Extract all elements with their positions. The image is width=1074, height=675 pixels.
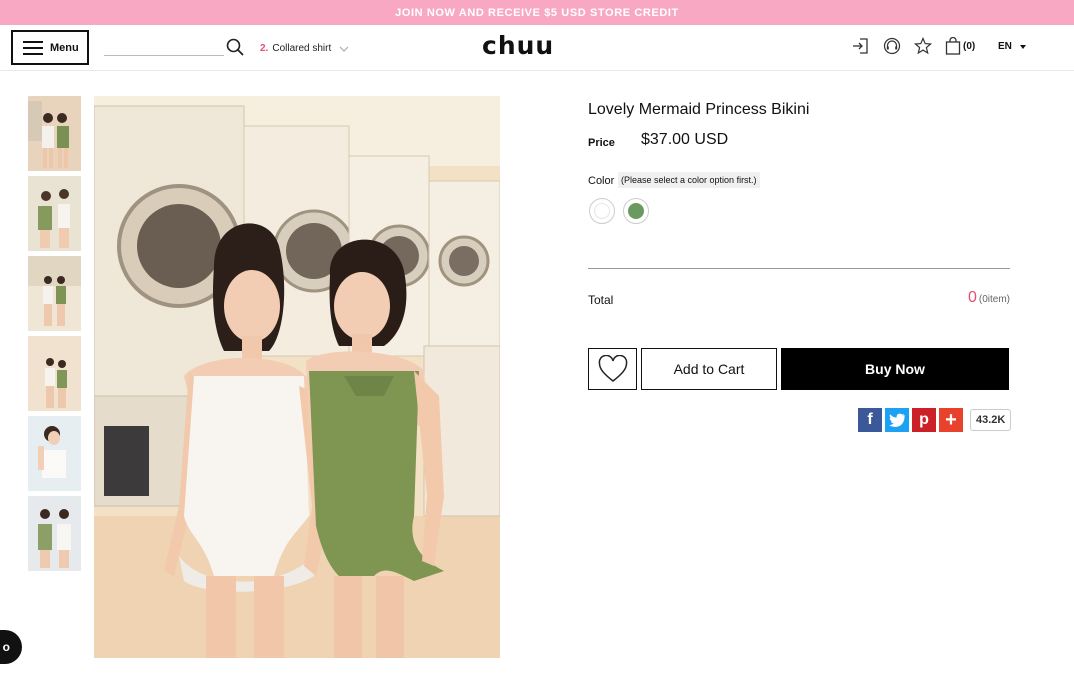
total-item-count: (0item) (978, 294, 1010, 305)
price-label: Price (588, 137, 615, 149)
twitter-icon (889, 413, 905, 427)
buy-now-button[interactable]: Buy Now (781, 348, 1009, 390)
share-bar: f p + 43.2K (858, 408, 1012, 432)
trending-rank: 2. (260, 43, 269, 54)
search-input[interactable] (104, 37, 224, 55)
plus-icon: + (945, 408, 957, 431)
facebook-icon: f (867, 411, 873, 428)
promo-text: JOIN NOW AND RECEIVE $5 USD STORE CREDIT (395, 6, 679, 19)
login-icon[interactable] (851, 37, 869, 55)
thumbnail-2[interactable] (28, 176, 81, 251)
chevron-down-icon (339, 46, 349, 52)
main-product-image[interactable] (94, 96, 500, 658)
color-swatch-white[interactable] (589, 198, 615, 224)
product-title: Lovely Mermaid Princess Bikini (588, 101, 810, 118)
product-thumbnail-image (28, 176, 81, 251)
menu-button[interactable]: Menu (11, 30, 89, 65)
trending-search[interactable]: 2. Collared shirt (260, 43, 349, 54)
cart-count[interactable]: (0) (963, 41, 975, 52)
thumbnail-5[interactable] (28, 416, 81, 491)
color-swatch-dot (594, 203, 610, 219)
caret-down-icon (1019, 44, 1026, 49)
language-label: EN (998, 41, 1012, 52)
chat-icon: o (2, 640, 10, 654)
color-swatch-dot (628, 203, 644, 219)
color-swatch-green[interactable] (623, 198, 649, 224)
thumbnail-1[interactable] (28, 96, 81, 171)
more-share-button[interactable]: + (939, 408, 963, 432)
thumbnail-4[interactable] (28, 336, 81, 411)
product-thumbnail-image (28, 416, 81, 491)
chat-button[interactable]: o (0, 630, 22, 664)
search-underline (104, 55, 224, 56)
divider (588, 268, 1010, 269)
search-icon[interactable] (226, 38, 244, 56)
customer-service-icon[interactable] (883, 37, 901, 55)
thumbnail-gallery (28, 96, 81, 576)
heart-icon (598, 355, 627, 382)
pinterest-icon: p (919, 411, 929, 428)
hamburger-icon (23, 40, 43, 55)
total-amount: 0 (967, 289, 977, 306)
star-icon[interactable] (914, 37, 932, 55)
add-to-cart-button[interactable]: Add to Cart (641, 348, 777, 390)
site-header: Menu 2. Collared shirt chuu (0) EN (0, 25, 1074, 71)
product-photo (94, 96, 500, 658)
menu-label: Menu (50, 41, 79, 54)
share-count: 43.2K (970, 409, 1012, 431)
color-label: Color (588, 175, 615, 187)
shopping-bag-icon[interactable] (944, 37, 962, 55)
product-thumbnail-image (28, 96, 81, 171)
thumbnail-6[interactable] (28, 496, 81, 571)
total-value: 0 (0item) (968, 289, 1010, 307)
wishlist-button[interactable] (588, 348, 637, 390)
pinterest-share-button[interactable]: p (912, 408, 936, 432)
site-logo[interactable]: chuu (482, 31, 554, 60)
product-thumbnail-image (28, 336, 81, 411)
color-note: (Please select a color option first.) (618, 172, 760, 188)
total-label: Total (588, 293, 614, 307)
promo-banner[interactable]: JOIN NOW AND RECEIVE $5 USD STORE CREDIT (0, 0, 1074, 25)
trending-term: Collared shirt (272, 43, 332, 54)
twitter-share-button[interactable] (885, 408, 909, 432)
product-thumbnail-image (28, 256, 81, 331)
thumbnail-3[interactable] (28, 256, 81, 331)
product-thumbnail-image (28, 496, 81, 571)
price-value: $37.00 USD (641, 131, 729, 148)
facebook-share-button[interactable]: f (858, 408, 882, 432)
language-selector[interactable]: EN (998, 41, 1026, 52)
